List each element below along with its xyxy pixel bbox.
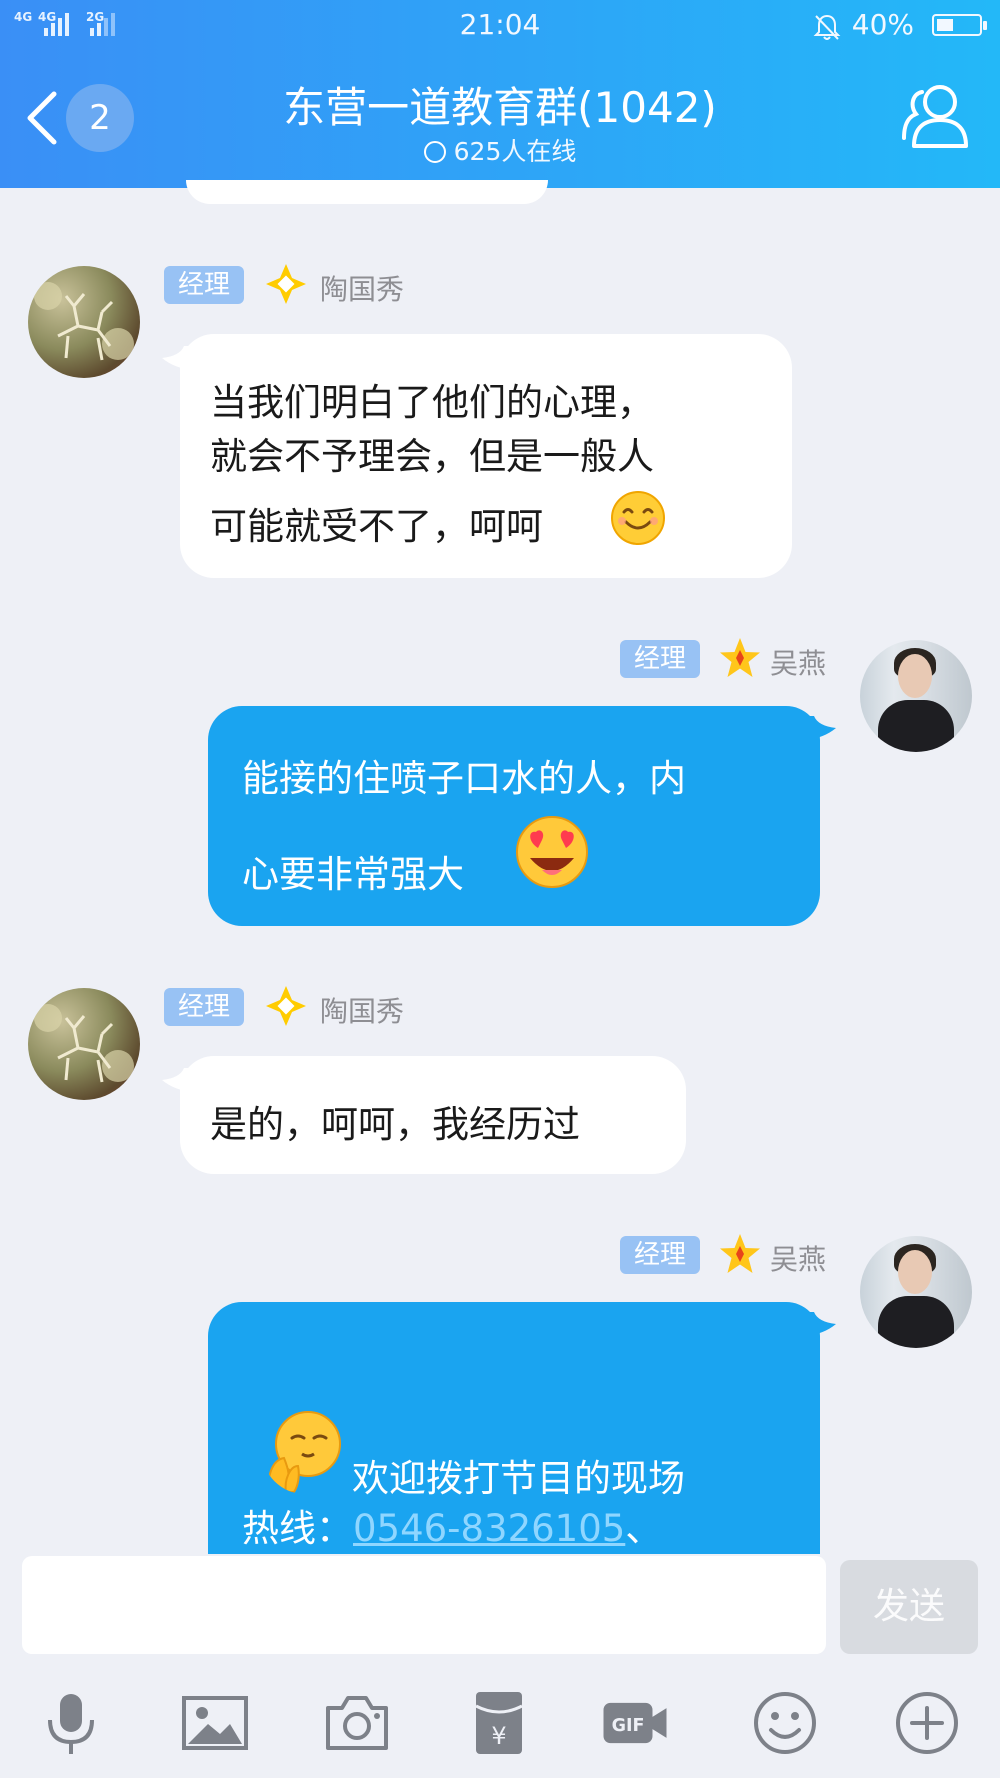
message-line: 可能就受不了，呵呵	[210, 505, 543, 548]
avatar[interactable]	[28, 988, 140, 1100]
deer-painting-avatar	[34, 282, 134, 361]
mute-bell-icon	[813, 14, 841, 40]
avatar[interactable]	[860, 640, 972, 752]
message-bubble[interactable]: 欢迎拨打节目的现场 热线：0546-8326105、	[208, 1302, 820, 1562]
message-line: 能接的住喷子口水的人，内	[242, 757, 686, 800]
svg-text:GIF: GIF	[612, 1716, 645, 1736]
role-tag: 经理	[164, 988, 245, 1026]
microphone-icon[interactable]	[36, 1688, 106, 1758]
message-bubble[interactable]: 是的，呵呵，我经历过	[180, 1056, 686, 1174]
gold-star-icon	[720, 638, 760, 677]
message-line: 当我们明白了他们的心理，	[210, 381, 654, 424]
previous-message-bubble	[186, 180, 548, 204]
avatar-face	[898, 654, 932, 698]
red-packet-icon[interactable]: ¥	[464, 1688, 534, 1758]
hotline-label: 热线：	[242, 1507, 353, 1550]
avatar-face	[898, 1250, 932, 1294]
message-line: 热线：0546-8326105、	[242, 1498, 662, 1552]
online-count: 625人在线	[0, 132, 1000, 168]
message-input[interactable]	[22, 1556, 826, 1654]
chat-header: 4G 4G 2G 21:04 40% 2 东营一道教育群(1042) 625人在…	[0, 0, 1000, 188]
plus-icon[interactable]	[892, 1688, 962, 1758]
message-bubble[interactable]: 能接的住喷子口水的人，内 心要非常强大	[208, 706, 820, 926]
sender-name: 吴燕	[770, 647, 827, 680]
battery-percent: 40%	[851, 8, 914, 41]
avatar-body	[878, 1296, 954, 1348]
role-tag: 经理	[620, 640, 701, 678]
gold-star-icon	[720, 1234, 760, 1273]
online-label: 625人在线	[453, 137, 577, 166]
gif-icon[interactable]: GIF	[600, 1688, 670, 1758]
avatar[interactable]	[860, 1236, 972, 1348]
heart-eyes-emoji-icon	[516, 816, 588, 888]
sender-name: 陶国秀	[320, 995, 405, 1028]
sender-name: 吴燕	[770, 1243, 827, 1276]
sender-name: 陶国秀	[320, 273, 405, 306]
deer-painting-avatar	[34, 1004, 134, 1083]
check-circle-icon	[423, 141, 446, 163]
diamond-star-icon	[266, 986, 306, 1026]
clock: 21:04	[459, 8, 541, 41]
smile-emoji-icon	[611, 491, 665, 545]
battery-icon	[932, 14, 987, 36]
message-line: 是的，呵呵，我经历过	[210, 1103, 580, 1146]
role-tag: 经理	[620, 1236, 701, 1274]
camera-icon[interactable]	[322, 1688, 392, 1758]
message-line: 就会不予理会，但是一般人	[210, 435, 654, 478]
separator: 、	[625, 1507, 663, 1550]
group-title[interactable]: 东营一道教育群(1042)	[0, 74, 1000, 135]
emoji-icon[interactable]	[750, 1688, 820, 1758]
image-icon[interactable]	[180, 1688, 250, 1758]
shy-emoji-icon	[267, 1411, 341, 1493]
send-button[interactable]: 发送	[840, 1560, 978, 1654]
avatar[interactable]	[28, 266, 140, 378]
message-line: 心要非常强大	[242, 853, 464, 896]
svg-text:¥: ¥	[491, 1722, 506, 1750]
phone-link[interactable]: 0546-8326105	[353, 1507, 625, 1550]
message-line: 欢迎拨打节目的现场	[352, 1457, 685, 1500]
diamond-star-icon	[266, 264, 306, 304]
group-members-icon[interactable]	[900, 80, 974, 150]
role-tag: 经理	[164, 266, 245, 304]
message-bubble[interactable]: 当我们明白了他们的心理， 就会不予理会，但是一般人 可能就受不了，呵呵	[180, 334, 792, 578]
status-bar: 4G 4G 2G 21:04 40%	[0, 0, 1000, 52]
avatar-body	[878, 700, 954, 752]
